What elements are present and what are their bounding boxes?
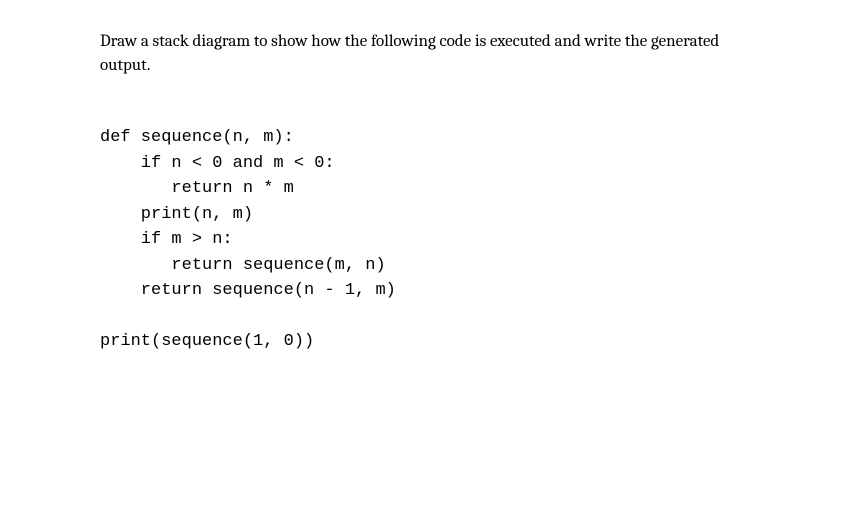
code-line: return n * m	[100, 179, 294, 198]
code-line: print(n, m)	[100, 205, 253, 224]
code-line: if m > n:	[100, 230, 233, 249]
code-line: return sequence(n - 1, m)	[100, 281, 396, 300]
code-line: print(sequence(1, 0))	[100, 332, 314, 351]
code-block: def sequence(n, m): if n < 0 and m < 0: …	[100, 100, 764, 355]
code-line: def sequence(n, m):	[100, 128, 294, 147]
code-line: return sequence(m, n)	[100, 256, 386, 275]
code-line: if n < 0 and m < 0:	[100, 154, 335, 173]
question-prompt: Draw a stack diagram to show how the fol…	[100, 30, 764, 78]
